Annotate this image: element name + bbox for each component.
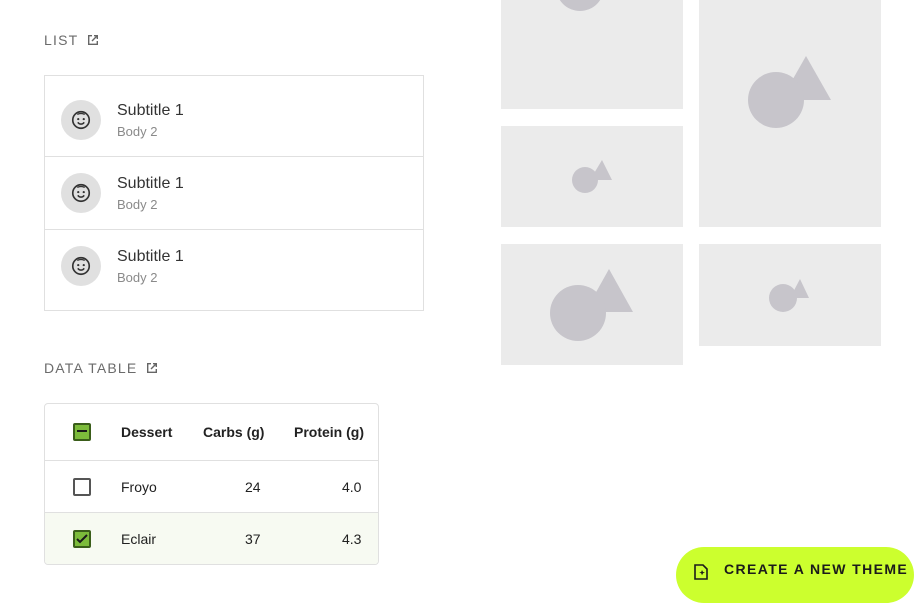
list-item-subtitle: Subtitle 1 (117, 102, 184, 119)
table-header-row: Dessert Carbs (g) Protein (g) (45, 404, 378, 461)
list-item-body: Body 2 (117, 124, 158, 139)
list: Subtitle 1 Body 2 Subtitle 1 Body 2 Subt… (44, 75, 424, 311)
placeholder-shapes-icon (748, 56, 831, 128)
avatar (61, 246, 101, 286)
face-icon (71, 256, 91, 276)
table-row[interactable]: Eclair 37 4.3 (45, 513, 378, 564)
image-placeholder[interactable] (699, 244, 881, 346)
column-header-dessert[interactable]: Dessert (121, 404, 172, 460)
cell-dessert: Froyo (121, 478, 157, 495)
avatar (61, 100, 101, 140)
list-item-subtitle: Subtitle 1 (117, 248, 184, 265)
cell-protein: 4.0 (342, 478, 362, 495)
indeterminate-dash-icon (77, 430, 87, 432)
list-item-body: Body 2 (117, 197, 158, 212)
data-table: Dessert Carbs (g) Protein (g) Froyo 24 4… (44, 403, 379, 565)
cell-protein: 4.3 (342, 530, 362, 547)
face-icon (71, 183, 91, 203)
image-placeholder[interactable] (501, 244, 683, 365)
list-section-title: LIST (44, 32, 100, 48)
checkmark-icon (76, 534, 88, 544)
list-item[interactable]: Subtitle 1 Body 2 (45, 76, 423, 157)
list-item-subtitle: Subtitle 1 (117, 175, 184, 192)
select-all-checkbox[interactable] (73, 423, 91, 441)
image-placeholder[interactable] (501, 126, 683, 227)
list-title-text: LIST (44, 32, 79, 48)
row-checkbox[interactable] (73, 530, 91, 548)
avatar (61, 173, 101, 213)
list-item[interactable]: Subtitle 1 Body 2 (45, 157, 423, 230)
table-title-text: DATA TABLE (44, 360, 138, 376)
row-checkbox[interactable] (73, 478, 91, 496)
theme-edit-icon (694, 564, 708, 580)
placeholder-shapes-icon (550, 269, 633, 341)
cell-dessert: Eclair (121, 530, 157, 547)
list-item-body: Body 2 (117, 270, 158, 285)
placeholder-shapes-icon (572, 160, 612, 193)
column-header-carbs[interactable]: Carbs (g) (203, 404, 264, 460)
open-external-icon[interactable] (86, 33, 100, 47)
list-item[interactable]: Subtitle 1 Body 2 (45, 230, 423, 310)
column-header-protein[interactable]: Protein (g) (294, 404, 364, 460)
cell-carbs: 24 (245, 478, 261, 495)
cell-carbs: 37 (245, 530, 261, 547)
placeholder-shapes-icon (769, 279, 809, 312)
image-placeholder[interactable] (699, 0, 881, 227)
table-row[interactable]: Froyo 24 4.0 (45, 461, 378, 513)
image-placeholder[interactable] (501, 0, 683, 109)
face-icon (71, 110, 91, 130)
placeholder-shapes-icon (559, 0, 601, 11)
create-theme-button[interactable]: CREATE A NEW THEME (676, 547, 914, 603)
open-external-icon[interactable] (145, 361, 159, 375)
table-section-title: DATA TABLE (44, 360, 159, 376)
create-theme-label: CREATE A NEW THEME (724, 561, 909, 577)
